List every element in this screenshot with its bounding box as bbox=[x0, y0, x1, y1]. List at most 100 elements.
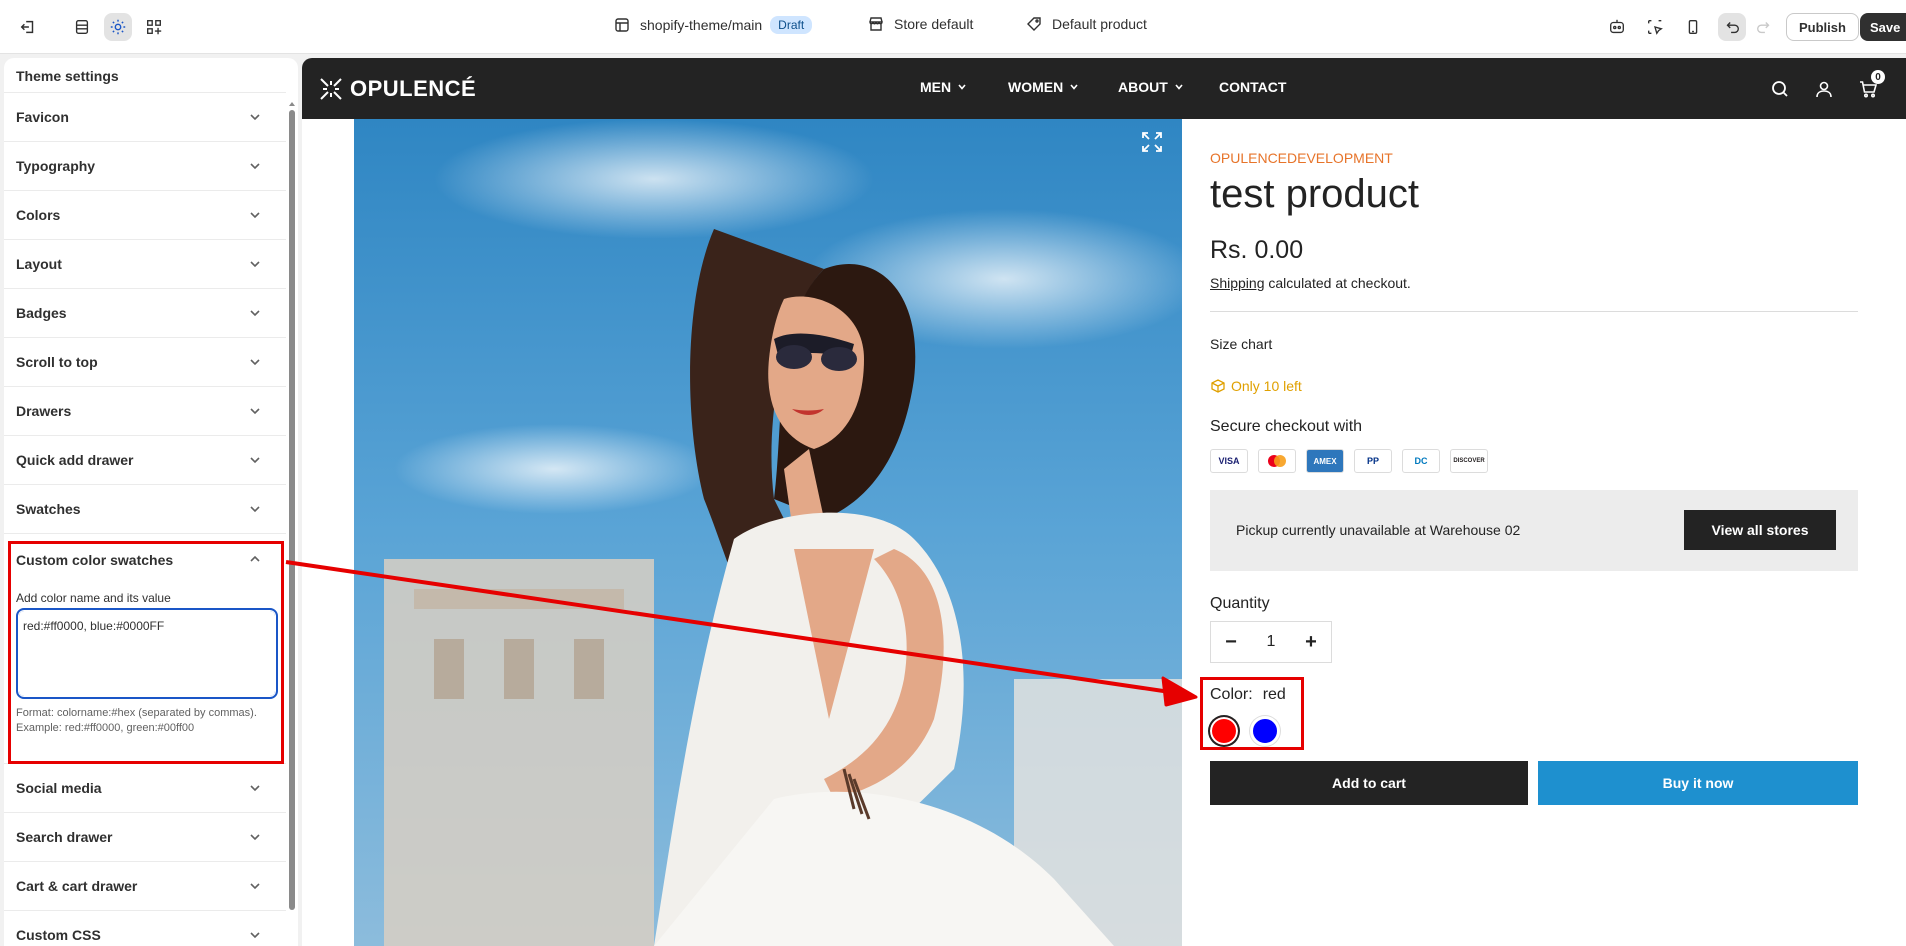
apps-icon[interactable] bbox=[140, 13, 168, 41]
cart-count-badge: 0 bbox=[1871, 70, 1885, 84]
annotation-box-swatches bbox=[1200, 677, 1304, 750]
inspector-icon[interactable] bbox=[1641, 13, 1669, 41]
sidebar-item-quick-add-drawer[interactable]: Quick add drawer bbox=[4, 435, 286, 484]
product-price: Rs. 0.00 bbox=[1210, 236, 1304, 264]
save-button[interactable]: Save bbox=[1860, 13, 1906, 41]
mobile-view-icon[interactable] bbox=[1679, 13, 1707, 41]
logo-mark-icon bbox=[320, 78, 342, 100]
logo-text: OPULENCÉ bbox=[350, 76, 477, 101]
chevron-down-icon bbox=[958, 84, 966, 90]
sidebar-item-label: Search drawer bbox=[16, 829, 113, 845]
scrollbar-thumb[interactable] bbox=[289, 110, 295, 910]
nav-label: CONTACT bbox=[1219, 79, 1287, 95]
store-selector[interactable]: Store default bbox=[868, 16, 973, 32]
chevron-down-icon bbox=[250, 163, 260, 170]
chevron-down-icon bbox=[250, 408, 260, 415]
account-icon[interactable] bbox=[1814, 79, 1834, 99]
payment-label: VISA bbox=[1218, 456, 1240, 466]
sidebar-item-favicon[interactable]: Favicon bbox=[4, 92, 286, 141]
undo-icon[interactable] bbox=[1718, 13, 1746, 41]
editor-topbar: shopify-theme/main Draft Store default D… bbox=[0, 0, 1906, 54]
publish-button[interactable]: Publish bbox=[1786, 13, 1859, 41]
sidebar-item-drawers[interactable]: Drawers bbox=[4, 386, 286, 435]
sidebar-item-custom-css[interactable]: Custom CSS bbox=[4, 910, 286, 946]
scroll-up-icon[interactable] bbox=[288, 100, 296, 108]
pickup-availability: Pickup currently unavailable at Warehous… bbox=[1210, 490, 1858, 571]
shipping-text: calculated at checkout. bbox=[1264, 275, 1411, 291]
product-photo bbox=[354, 119, 1182, 946]
chevron-down-icon bbox=[250, 932, 260, 939]
sidebar-item-label: Cart & cart drawer bbox=[16, 878, 138, 894]
quantity-stepper: − 1 + bbox=[1210, 621, 1332, 663]
theme-settings-sidebar: Theme settings Favicon Typography Colors… bbox=[4, 58, 298, 946]
stock-text: Only 10 left bbox=[1231, 378, 1302, 394]
view-all-stores-button[interactable]: View all stores bbox=[1684, 510, 1836, 550]
nav-men[interactable]: MEN bbox=[920, 79, 967, 95]
chevron-down-icon bbox=[1175, 84, 1183, 90]
product-vendor[interactable]: OPULENCEDEVELOPMENT bbox=[1210, 150, 1393, 166]
chevron-down-icon bbox=[250, 506, 260, 513]
sidebar-item-cart-drawer[interactable]: Cart & cart drawer bbox=[4, 861, 286, 910]
pickup-text: Pickup currently unavailable at Warehous… bbox=[1236, 522, 1521, 538]
sidebar-item-label: Scroll to top bbox=[16, 354, 98, 370]
shipping-link[interactable]: Shipping bbox=[1210, 275, 1265, 291]
shipping-note: Shipping calculated at checkout. bbox=[1210, 275, 1411, 291]
sidebar-item-badges[interactable]: Badges bbox=[4, 288, 286, 337]
box-icon bbox=[1211, 379, 1225, 393]
buy-now-button[interactable]: Buy it now bbox=[1538, 761, 1858, 805]
amex-icon: AMEX bbox=[1306, 449, 1344, 473]
quantity-increase-button[interactable]: + bbox=[1291, 622, 1331, 662]
sidebar-item-label: Custom CSS bbox=[16, 927, 101, 943]
sidebar-item-label: Social media bbox=[16, 780, 102, 796]
chevron-down-icon bbox=[250, 212, 260, 219]
nav-about[interactable]: ABOUT bbox=[1118, 79, 1184, 95]
divider bbox=[1210, 311, 1858, 312]
stock-indicator: Only 10 left bbox=[1210, 378, 1302, 394]
nav-label: ABOUT bbox=[1118, 79, 1168, 95]
sidebar-item-colors[interactable]: Colors bbox=[4, 190, 286, 239]
quantity-decrease-button[interactable]: − bbox=[1211, 622, 1251, 662]
product-image[interactable] bbox=[354, 119, 1182, 946]
sidebar-item-label: Colors bbox=[16, 207, 61, 223]
sidebar-item-label: Quick add drawer bbox=[16, 452, 134, 468]
quantity-input[interactable]: 1 bbox=[1251, 622, 1291, 662]
nav-label: MEN bbox=[920, 79, 952, 95]
theme-settings-icon[interactable] bbox=[104, 13, 132, 41]
chevron-down-icon bbox=[250, 114, 260, 121]
payment-label: DISCOVER bbox=[1453, 458, 1485, 464]
sidebar-item-scroll-to-top[interactable]: Scroll to top bbox=[4, 337, 286, 386]
nav-women[interactable]: WOMEN bbox=[1008, 79, 1079, 95]
template-name: Default product bbox=[1052, 16, 1147, 32]
size-chart-link[interactable]: Size chart bbox=[1210, 336, 1272, 352]
annotation-box-setting bbox=[8, 541, 284, 764]
draft-badge: Draft bbox=[770, 16, 813, 34]
sections-icon[interactable] bbox=[68, 13, 96, 41]
sidebar-item-swatches[interactable]: Swatches bbox=[4, 484, 286, 533]
theme-name: shopify-theme/main bbox=[640, 17, 763, 33]
sidebar-item-label: Typography bbox=[16, 158, 96, 174]
sidebar-item-search-drawer[interactable]: Search drawer bbox=[4, 812, 286, 861]
store-preview: OPULENCÉ MEN WOMEN ABOUT CONTACT 0 OPULE… bbox=[302, 58, 1906, 946]
sidebar-item-layout[interactable]: Layout bbox=[4, 239, 286, 288]
sidebar-item-social-media[interactable]: Social media bbox=[4, 763, 286, 812]
expand-icon[interactable] bbox=[1140, 130, 1164, 154]
sidebar-item-label: Swatches bbox=[16, 501, 81, 517]
search-icon[interactable] bbox=[1770, 79, 1790, 99]
redo-icon[interactable] bbox=[1750, 13, 1778, 41]
theme-selector[interactable]: shopify-theme/main Draft bbox=[614, 16, 813, 34]
chevron-down-icon bbox=[250, 785, 260, 792]
nav-contact[interactable]: CONTACT bbox=[1219, 79, 1286, 95]
chevron-down-icon bbox=[250, 310, 260, 317]
exit-icon[interactable] bbox=[14, 13, 42, 41]
ai-icon[interactable] bbox=[1603, 13, 1631, 41]
secure-checkout-label: Secure checkout with bbox=[1210, 418, 1363, 435]
store-logo[interactable]: OPULENCÉ bbox=[318, 76, 476, 102]
visa-icon: VISA bbox=[1210, 449, 1248, 473]
template-selector[interactable]: Default product bbox=[1026, 16, 1147, 32]
add-to-cart-button[interactable]: Add to cart bbox=[1210, 761, 1528, 805]
payment-label: PP bbox=[1366, 456, 1379, 466]
diners-club-icon: DC bbox=[1402, 449, 1440, 473]
sidebar-item-typography[interactable]: Typography bbox=[4, 141, 286, 190]
mastercard-icon bbox=[1258, 449, 1296, 473]
chevron-down-icon bbox=[250, 359, 260, 366]
